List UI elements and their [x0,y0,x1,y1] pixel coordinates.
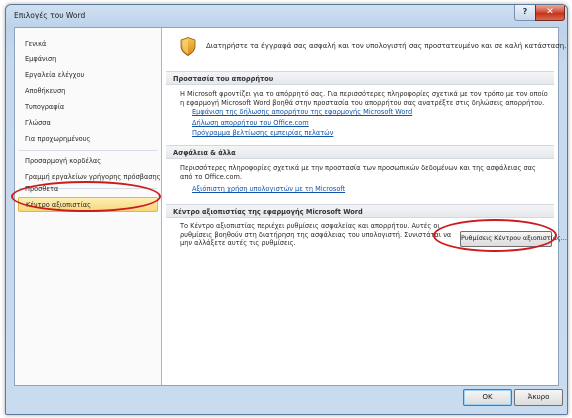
sidebar-item-typography[interactable]: Τυπογραφία [18,100,158,115]
link-trustworthy-computing[interactable]: Αξιόπιστη χρήση υπολογιστών με τη Micros… [192,185,345,193]
link-customer-experience-program[interactable]: Πρόγραμμα βελτίωσης εμπειρίας πελατών [192,129,333,137]
sidebar-item-save[interactable]: Αποθήκευση [18,84,158,99]
word-options-dialog: Επιλογές του Word ? ✕ Γενικά Εμφάνιση Ερ… [5,4,568,415]
sidebar: Γενικά Εμφάνιση Εργαλεία ελέγχου Αποθήκε… [15,28,162,385]
section-heading-privacy: Προστασία του απορρήτου [166,71,554,85]
ok-button[interactable]: OK [463,389,512,406]
sidebar-divider [19,150,157,151]
privacy-description: Η Microsoft φροντίζει για το απόρρητό σα… [180,90,548,107]
window-title: Επιλογές του Word [14,11,86,20]
close-button[interactable]: ✕ [535,5,565,21]
sidebar-item-general[interactable]: Γενικά [18,37,158,52]
sidebar-item-customize-ribbon[interactable]: Προσαρμογή κορδέλας [18,154,158,169]
sidebar-item-trust-center[interactable]: Κέντρο αξιοπιστίας [18,197,158,212]
sidebar-item-proofing[interactable]: Εργαλεία ελέγχου [18,68,158,83]
sidebar-item-language[interactable]: Γλώσσα [18,116,158,131]
main-content: Διατηρήστε τα έγγραφά σας ασφαλή και τον… [162,28,567,385]
link-office-privacy-statement[interactable]: Δήλωση απορρήτου του Office.com [192,119,309,127]
dialog-client-area: Γενικά Εμφάνιση Εργαλεία ελέγχου Αποθήκε… [14,27,567,386]
security-description: Περισσότερες πληροφορίες σχετικά με την … [180,164,536,181]
shield-icon [180,37,196,56]
link-word-privacy-statement[interactable]: Εμφάνιση της δήλωσης απορρήτου της εφαρμ… [192,108,412,116]
sidebar-item-addins[interactable]: Πρόσθετα [18,182,158,197]
trust-center-description: Το Κέντρο αξιοπιστίας περιέχει ρυθμίσεις… [180,222,452,248]
trust-center-settings-button[interactable]: Ρυθμίσεις Κέντρου αξιοπιστίας... [460,231,567,247]
header-description: Διατηρήστε τα έγγραφά σας ασφαλή και τον… [206,42,567,50]
section-heading-trust-center: Κέντρο αξιοπιστίας της εφαρμογής Microso… [166,204,554,218]
sidebar-item-advanced[interactable]: Για προχωρημένους [18,132,158,147]
help-button[interactable]: ? [514,5,536,21]
cancel-button[interactable]: Άκυρο [514,389,563,406]
section-heading-security: Ασφάλεια & άλλα [166,145,554,159]
sidebar-item-display[interactable]: Εμφάνιση [18,52,158,67]
title-bar[interactable]: Επιλογές του Word ? ✕ [6,5,567,27]
